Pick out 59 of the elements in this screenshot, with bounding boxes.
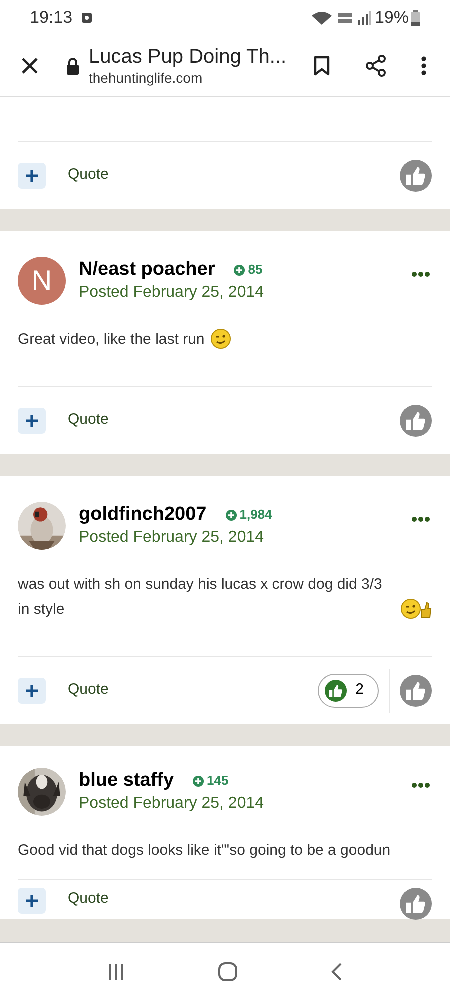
thumbs-up-icon [324, 680, 347, 702]
quote-button[interactable]: Quote [68, 888, 109, 910]
more-icon [412, 272, 430, 276]
thumbs-up-icon [400, 160, 432, 192]
notification-icon [80, 12, 93, 24]
close-icon [20, 56, 40, 76]
post-text: Great video, like the last run [18, 330, 205, 350]
multiquote-button[interactable] [18, 678, 46, 704]
thumbs-up-icon [400, 674, 432, 706]
post-text: Good vid that dogs looks like it"'so going to be a goodun [18, 841, 391, 861]
like-button[interactable] [400, 404, 432, 436]
back-icon [331, 962, 344, 982]
post-date[interactable]: Posted February 25, 2014 [79, 793, 410, 815]
more-icon [412, 516, 430, 522]
battery-level: 19% [374, 7, 409, 30]
share-icon [365, 55, 387, 77]
quote-button[interactable]: Quote [68, 409, 109, 432]
more-icon [412, 782, 430, 788]
wifi-icon [310, 11, 333, 25]
more-vertical-icon [421, 56, 427, 76]
multiquote-button[interactable] [18, 408, 46, 434]
reputation-plus-icon [226, 510, 237, 520]
like-button[interactable] [400, 160, 432, 192]
recents-button[interactable] [106, 962, 125, 980]
reputation-plus-icon [193, 776, 204, 786]
quote-button[interactable]: Quote [68, 679, 109, 702]
author-name[interactable]: N/east poacher [79, 258, 216, 282]
post-date[interactable]: Posted February 25, 2014 [79, 282, 410, 304]
plus-icon [26, 895, 38, 907]
post-date[interactable]: Posted February 25, 2014 [79, 527, 410, 549]
reaction-badge[interactable]: 2 [318, 674, 379, 708]
status-time: 19:13 [30, 7, 73, 30]
reputation-plus-icon [234, 264, 246, 276]
lock-icon [66, 57, 80, 75]
page-url: thehuntinglife.com [89, 69, 204, 87]
battery-icon [411, 10, 420, 26]
bookmark-icon [314, 56, 330, 76]
reputation-count: 1,984 [240, 506, 272, 524]
author-name[interactable]: blue staffy [79, 769, 174, 793]
post-text: was out with sh on sunday his lucas x crow dog did 3/3 in style [18, 575, 384, 620]
plus-icon [26, 170, 38, 182]
multiquote-button[interactable] [18, 888, 46, 914]
quote-button[interactable]: Quote [68, 164, 109, 187]
page-title: Lucas Pup Doing Th... [89, 45, 288, 69]
back-button[interactable] [331, 962, 344, 982]
like-button[interactable] [400, 674, 432, 706]
plus-icon [26, 414, 38, 426]
author-name[interactable]: goldfinch2007 [79, 503, 207, 527]
reputation-count: 85 [248, 261, 263, 280]
multiquote-button[interactable] [18, 162, 46, 188]
home-button[interactable] [218, 962, 238, 982]
home-icon [218, 962, 238, 982]
thumbs-up-icon [400, 404, 432, 436]
like-button[interactable] [400, 888, 432, 920]
plus-icon [26, 684, 38, 696]
reputation-count: 145 [207, 772, 229, 790]
signal-icon [356, 11, 371, 25]
recents-icon [106, 962, 125, 980]
share-button[interactable] [364, 54, 388, 78]
